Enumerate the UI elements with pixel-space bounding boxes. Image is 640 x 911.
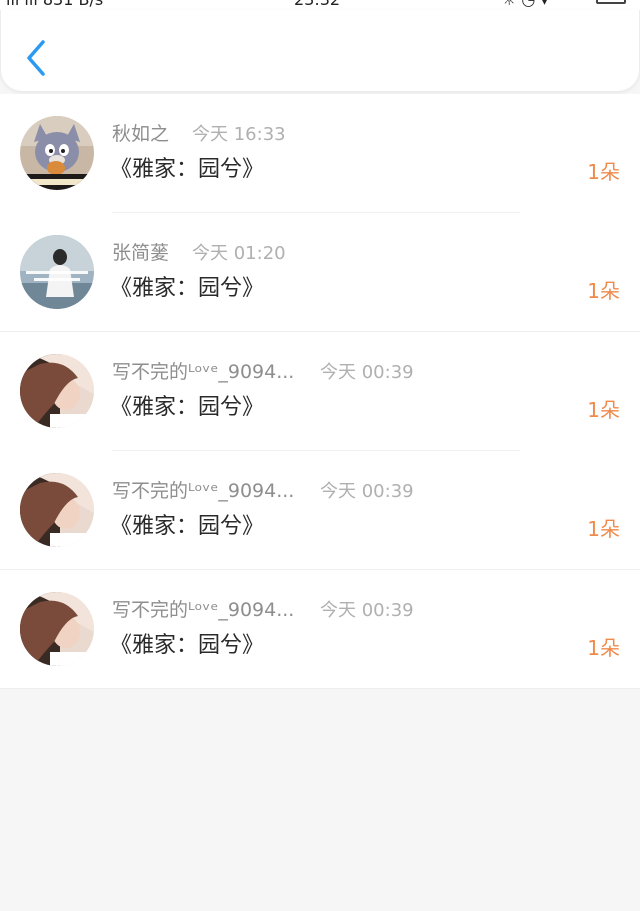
flower-count: 1朵	[587, 398, 620, 422]
timestamp: 今天 16:33	[192, 124, 286, 145]
chevron-left-icon	[27, 40, 45, 76]
list-item[interactable]: 写不完的ᴸᵒᵛᵉ_9094... 今天 00:39 《雅家：园兮》 1朵	[0, 332, 640, 451]
top-navigation-bar	[0, 10, 640, 92]
work-title: 《雅家：园兮》	[110, 514, 265, 539]
user-name: 写不完的ᴸᵒᵛᵉ_9094...	[112, 480, 295, 502]
flower-count: 1朵	[587, 517, 620, 541]
list-item[interactable]: 写不完的ᴸᵒᵛᵉ_9094... 今天 00:39 《雅家：园兮》 1朵	[0, 570, 640, 689]
timestamp: 今天 00:39	[320, 362, 414, 383]
work-title: 《雅家：园兮》	[110, 276, 265, 301]
timestamp: 今天 00:39	[320, 481, 414, 502]
avatar[interactable]	[20, 235, 94, 309]
network-status: ııl ııl 831 B/s	[6, 0, 103, 9]
user-name: 张简蓌	[112, 242, 170, 264]
timestamp: 今天 01:20	[192, 243, 286, 264]
back-button[interactable]	[17, 36, 57, 80]
avatar[interactable]	[20, 354, 94, 428]
flower-count: 1朵	[587, 160, 620, 184]
status-bar: ııl ııl 831 B/s 23:32 ☼ ◔ ▾	[0, 0, 640, 10]
list-item[interactable]: 秋如之 今天 16:33 《雅家：园兮》 1朵	[0, 94, 640, 213]
girl-portrait-avatar-icon	[20, 592, 94, 666]
user-name: 写不完的ᴸᵒᵛᵉ_9094...	[112, 361, 295, 383]
work-title: 《雅家：园兮》	[110, 157, 265, 182]
girl-portrait-avatar-icon	[20, 354, 94, 428]
timestamp: 今天 00:39	[320, 600, 414, 621]
list-item[interactable]: 写不完的ᴸᵒᵛᵉ_9094... 今天 00:39 《雅家：园兮》 1朵	[0, 451, 640, 570]
avatar[interactable]	[20, 116, 94, 190]
work-title: 《雅家：园兮》	[110, 633, 265, 658]
avatar[interactable]	[20, 473, 94, 547]
work-title: 《雅家：园兮》	[110, 395, 265, 420]
girl-with-text-avatar-icon	[20, 235, 94, 309]
flower-count: 1朵	[587, 636, 620, 660]
user-name: 写不完的ᴸᵒᵛᵉ_9094...	[112, 599, 295, 621]
avatar[interactable]	[20, 592, 94, 666]
list-item[interactable]: 张简蓌 今天 01:20 《雅家：园兮》 1朵	[0, 213, 640, 332]
status-time: 23:32	[294, 0, 340, 9]
girl-portrait-avatar-icon	[20, 473, 94, 547]
status-icons: ☼ ◔ ▾	[502, 0, 549, 9]
flower-count: 1朵	[587, 279, 620, 303]
cartoon-cat-avatar-icon	[20, 116, 94, 190]
gift-record-list: 秋如之 今天 16:33 《雅家：园兮》 1朵 张简蓌 今天 01:20 《雅家…	[0, 94, 640, 689]
user-name: 秋如之	[112, 123, 170, 145]
battery-icon	[596, 0, 626, 4]
